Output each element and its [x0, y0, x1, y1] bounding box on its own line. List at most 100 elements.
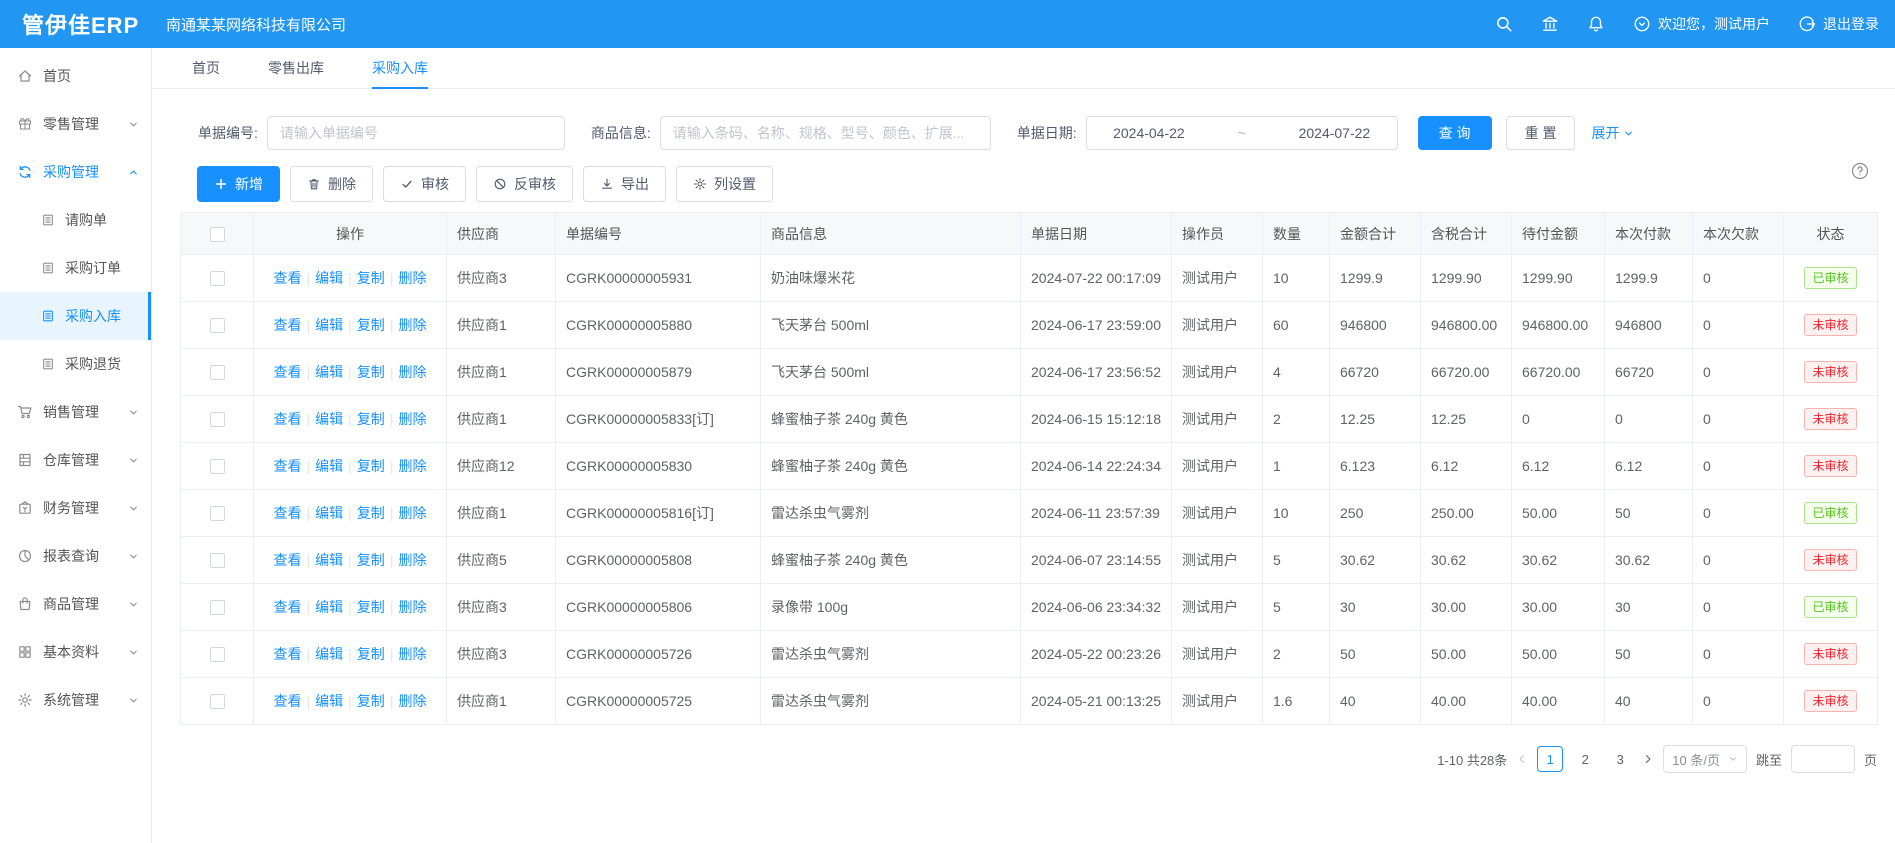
edit-link[interactable]: 编辑: [315, 693, 343, 709]
copy-link[interactable]: 复制: [357, 646, 385, 662]
cell-amount: 30: [1330, 584, 1421, 631]
date-from-value[interactable]: 2024-04-22: [1113, 125, 1185, 141]
sidebar-item[interactable]: 零售管理: [0, 100, 151, 148]
sidebar-item-label: 财务管理: [43, 498, 99, 518]
delete-link[interactable]: 删除: [398, 599, 426, 615]
sidebar-item[interactable]: 请购单: [0, 196, 151, 244]
bank-icon[interactable]: [1541, 15, 1559, 33]
sidebar-item[interactable]: 销售管理: [0, 388, 151, 436]
next-page-button[interactable]: [1642, 753, 1654, 765]
delete-link[interactable]: 删除: [398, 505, 426, 521]
copy-link[interactable]: 复制: [357, 552, 385, 568]
copy-link[interactable]: 复制: [357, 505, 385, 521]
tab-item[interactable]: 首页: [192, 48, 220, 88]
unaudit-button[interactable]: 反审核: [476, 166, 573, 202]
cell-doc-no: CGRK00000005879: [556, 349, 761, 396]
view-link[interactable]: 查看: [274, 552, 302, 568]
copy-link[interactable]: 复制: [357, 411, 385, 427]
row-checkbox[interactable]: [210, 271, 225, 286]
delete-link[interactable]: 删除: [398, 693, 426, 709]
jump-input[interactable]: [1791, 745, 1855, 773]
help-icon[interactable]: [1851, 162, 1869, 180]
copy-link[interactable]: 复制: [357, 458, 385, 474]
view-link[interactable]: 查看: [274, 646, 302, 662]
bag-icon: [17, 596, 33, 612]
doc-no-input[interactable]: [267, 116, 565, 150]
delete-link[interactable]: 删除: [398, 646, 426, 662]
edit-link[interactable]: 编辑: [315, 646, 343, 662]
view-link[interactable]: 查看: [274, 693, 302, 709]
sidebar-item[interactable]: 采购退货: [0, 340, 151, 388]
view-link[interactable]: 查看: [274, 270, 302, 286]
sidebar-item[interactable]: 系统管理: [0, 676, 151, 724]
cell-tax-total: 12.25: [1421, 396, 1512, 443]
copy-link[interactable]: 复制: [357, 270, 385, 286]
sidebar-item[interactable]: 基本资料: [0, 628, 151, 676]
tab-item[interactable]: 采购入库: [372, 48, 428, 88]
tab-item[interactable]: 零售出库: [268, 48, 324, 88]
row-checkbox[interactable]: [210, 412, 225, 427]
logout-button[interactable]: 退出登录: [1798, 14, 1879, 34]
view-link[interactable]: 查看: [274, 458, 302, 474]
edit-link[interactable]: 编辑: [315, 364, 343, 380]
sidebar-item[interactable]: 首页: [0, 52, 151, 100]
audit-button[interactable]: 审核: [383, 166, 466, 202]
view-link[interactable]: 查看: [274, 505, 302, 521]
page-button[interactable]: 1: [1537, 746, 1563, 772]
sidebar-item[interactable]: 采购管理: [0, 148, 151, 196]
view-link[interactable]: 查看: [274, 317, 302, 333]
row-checkbox[interactable]: [210, 459, 225, 474]
edit-link[interactable]: 编辑: [315, 270, 343, 286]
edit-link[interactable]: 编辑: [315, 411, 343, 427]
prev-page-button[interactable]: [1516, 753, 1528, 765]
edit-link[interactable]: 编辑: [315, 317, 343, 333]
date-range-picker[interactable]: 2024-04-22 ~ 2024-07-22: [1086, 116, 1398, 150]
copy-link[interactable]: 复制: [357, 317, 385, 333]
edit-link[interactable]: 编辑: [315, 458, 343, 474]
delete-button[interactable]: 删除: [290, 166, 373, 202]
view-link[interactable]: 查看: [274, 599, 302, 615]
select-all-checkbox[interactable]: [210, 227, 225, 242]
sidebar-item[interactable]: 财务管理: [0, 484, 151, 532]
user-welcome[interactable]: 欢迎您，测试用户: [1633, 14, 1770, 34]
add-button[interactable]: 新增: [197, 166, 280, 202]
notifications-bell-icon[interactable]: [1587, 15, 1605, 33]
page-button[interactable]: 2: [1572, 746, 1598, 772]
view-link[interactable]: 查看: [274, 364, 302, 380]
export-button[interactable]: 导出: [583, 166, 666, 202]
page-button[interactable]: 3: [1607, 746, 1633, 772]
product-info-input[interactable]: [660, 116, 991, 150]
search-icon[interactable]: [1495, 15, 1513, 33]
copy-link[interactable]: 复制: [357, 693, 385, 709]
delete-link[interactable]: 删除: [398, 552, 426, 568]
delete-link[interactable]: 删除: [398, 270, 426, 286]
delete-link[interactable]: 删除: [398, 364, 426, 380]
sidebar-item[interactable]: 商品管理: [0, 580, 151, 628]
copy-link[interactable]: 复制: [357, 599, 385, 615]
delete-link[interactable]: 删除: [398, 458, 426, 474]
sidebar-item[interactable]: 采购入库: [0, 292, 151, 340]
date-to-value[interactable]: 2024-07-22: [1299, 125, 1371, 141]
reset-button[interactable]: 重 置: [1506, 116, 1576, 150]
row-checkbox[interactable]: [210, 647, 225, 662]
copy-link[interactable]: 复制: [357, 364, 385, 380]
column-settings-button[interactable]: 列设置: [676, 166, 773, 202]
sidebar-item[interactable]: 仓库管理: [0, 436, 151, 484]
sidebar-item[interactable]: 采购订单: [0, 244, 151, 292]
delete-link[interactable]: 删除: [398, 411, 426, 427]
search-button[interactable]: 查 询: [1418, 116, 1492, 150]
row-checkbox[interactable]: [210, 506, 225, 521]
expand-link[interactable]: 展开: [1591, 123, 1634, 143]
view-link[interactable]: 查看: [274, 411, 302, 427]
edit-link[interactable]: 编辑: [315, 599, 343, 615]
page-size-select[interactable]: 10 条/页: [1663, 745, 1747, 773]
row-checkbox[interactable]: [210, 553, 225, 568]
row-checkbox[interactable]: [210, 600, 225, 615]
sidebar-item[interactable]: 报表查询: [0, 532, 151, 580]
delete-link[interactable]: 删除: [398, 317, 426, 333]
edit-link[interactable]: 编辑: [315, 552, 343, 568]
row-checkbox[interactable]: [210, 365, 225, 380]
row-checkbox[interactable]: [210, 318, 225, 333]
row-checkbox[interactable]: [210, 694, 225, 709]
edit-link[interactable]: 编辑: [315, 505, 343, 521]
